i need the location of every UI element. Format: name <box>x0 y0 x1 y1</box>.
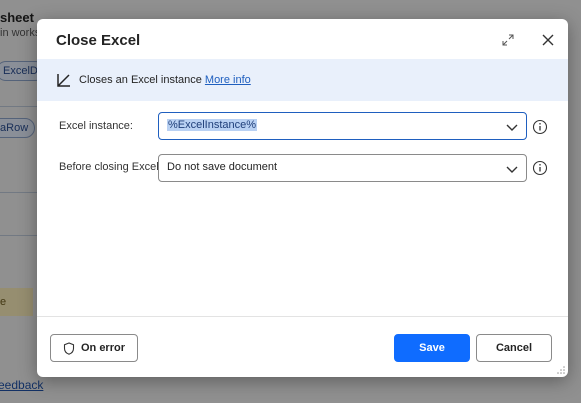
excel-instance-value: %ExcelInstance% <box>167 119 258 131</box>
save-button[interactable]: Save <box>394 334 470 362</box>
expand-icon[interactable] <box>497 29 519 51</box>
chevron-down-icon <box>506 166 518 173</box>
info-text: Closes an Excel instance More info <box>79 74 251 86</box>
resize-grip-icon[interactable] <box>557 366 565 374</box>
before-closing-label: Before closing Excel: <box>59 161 162 173</box>
on-error-button[interactable]: On error <box>50 334 138 362</box>
cancel-button[interactable]: Cancel <box>476 334 552 362</box>
excel-instance-label: Excel instance: <box>59 120 133 132</box>
close-excel-dialog: Close Excel Closes an Excel instance More… <box>37 19 568 377</box>
chevron-down-icon <box>506 124 518 131</box>
before-closing-select[interactable]: Do not save document <box>158 154 527 182</box>
info-circle-icon[interactable] <box>532 160 548 176</box>
info-bar: Closes an Excel instance More info <box>37 59 568 101</box>
close-icon[interactable] <box>537 29 559 51</box>
before-closing-value: Do not save document <box>167 161 278 173</box>
on-error-label: On error <box>80 342 125 354</box>
more-info-link[interactable]: More info <box>205 74 251 86</box>
dialog-title: Close Excel <box>56 32 141 49</box>
shield-icon <box>63 341 75 355</box>
excel-instance-select[interactable]: %ExcelInstance% <box>158 112 527 140</box>
info-description: Closes an Excel instance <box>79 74 202 86</box>
close-arrow-icon <box>57 74 70 87</box>
footer-divider <box>37 316 568 317</box>
info-circle-icon[interactable] <box>532 119 548 135</box>
